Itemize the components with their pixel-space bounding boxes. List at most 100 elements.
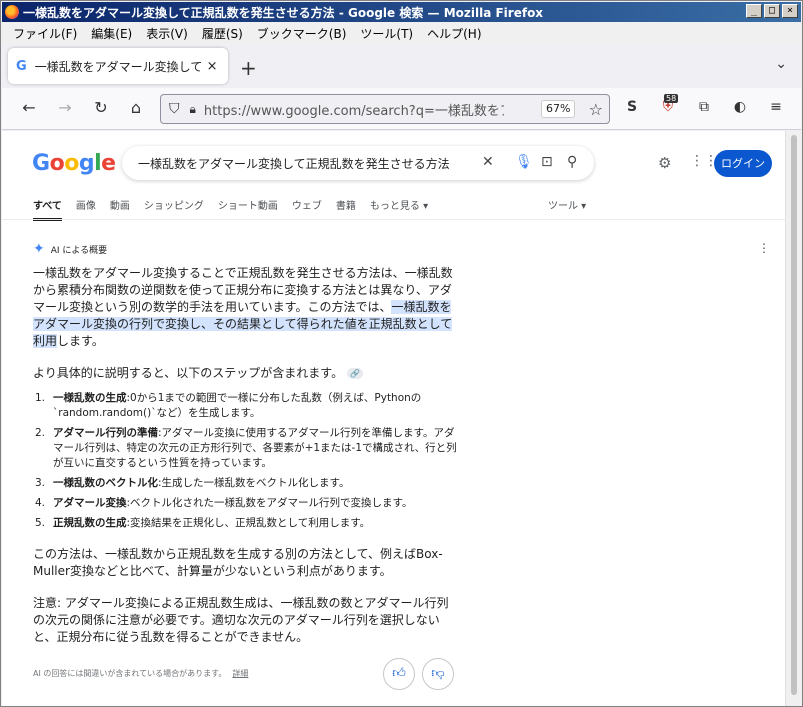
tab-web[interactable]: ウェブ (292, 197, 322, 221)
menu-help[interactable]: ヘルプ(H) (420, 25, 488, 42)
tab-books[interactable]: 書籍 (336, 197, 356, 221)
item-number: 4. (35, 497, 46, 509)
tab-short-videos[interactable]: ショート動画 (218, 197, 278, 221)
ai-disclaimer: AI の回答には間違いが含まれている場合があります。 詳細 (33, 668, 248, 679)
extension-s-icon[interactable]: S (622, 99, 642, 115)
menu-view[interactable]: 表示(V) (139, 25, 195, 42)
scrollbar-thumb[interactable] (791, 135, 797, 695)
logo-letter: o (49, 151, 65, 176)
google-favicon-icon: G (16, 58, 27, 74)
tab-close-icon[interactable]: × (207, 59, 218, 74)
list-item: 1. 一様乱数の生成:0から1までの範囲で一様に分布した乱数（例えば、Python… (33, 391, 457, 421)
tab-all[interactable]: すべて (33, 197, 62, 221)
item-text: :ベクトル化された一様乱数をアダマール行列で変換します。 (126, 497, 413, 509)
ai-paragraph-3: この方法は、一様乱数から正規乱数を生成する別の方法として、例えばBox-Mull… (33, 547, 443, 578)
tab-videos[interactable]: 動画 (110, 197, 130, 221)
minimize-button[interactable]: _ (746, 4, 762, 18)
logo-letter: e (101, 151, 116, 176)
zoom-indicator[interactable]: 67% (541, 100, 576, 118)
window-title: 一様乱数をアダマール変換して正規乱数を発生させる方法 - Google 検索 —… (23, 5, 544, 20)
logo-letter: G (32, 151, 50, 176)
details-link[interactable]: 詳細 (232, 669, 248, 678)
lens-search-icon[interactable]: ⊡ (541, 154, 553, 170)
item-title: 一様乱数の生成 (53, 392, 127, 404)
url-bar[interactable]: ⛉ 🔒︎ https://www.google.com/search?q=一様乱… (160, 94, 610, 124)
search-box[interactable]: 一様乱数をアダマール変換して正規乱数を発生させる方法 ✕ 🎙︎ ⊡ ⚲ (122, 146, 594, 180)
item-number: 5. (35, 517, 46, 529)
login-button[interactable]: ログイン (714, 150, 772, 177)
menu-edit[interactable]: 編集(E) (84, 25, 139, 42)
menu-bookmarks[interactable]: ブックマーク(B) (250, 25, 354, 42)
hamburger-menu-icon[interactable]: ≡ (766, 99, 786, 115)
item-text: :生成した一様乱数をベクトル化します。 (158, 477, 350, 489)
logo-letter: g (78, 151, 95, 176)
logo-letter: o (64, 151, 79, 176)
item-title: 正規乱数の生成 (53, 517, 127, 529)
extensions-puzzle-icon[interactable]: ⧉ (694, 99, 714, 115)
shield-icon[interactable]: ⛉ (169, 101, 180, 117)
menu-history[interactable]: 履歴(S) (195, 25, 250, 42)
navigation-bar: ← → ↻ ⌂ ⛉ 🔒︎ https://www.google.com/sear… (2, 88, 801, 130)
link-chip-icon[interactable]: 🔗 (346, 368, 363, 379)
google-logo[interactable]: Google (32, 151, 116, 176)
ai-overview-body: 一様乱数をアダマール変換することで正規乱数を発生させる方法は、一様乱数から累積分… (33, 265, 457, 661)
ai-paragraph-2: より具体的に説明すると、以下のステップが含まれます。 🔗 (33, 365, 457, 382)
page-scrollbar[interactable] (785, 131, 801, 706)
more-options-icon[interactable]: ⋮ (758, 241, 770, 255)
search-tabs: すべて 画像 動画 ショッピング ショート動画 ウェブ 書籍 もっと見る ▾ (33, 197, 442, 221)
close-button[interactable]: × (782, 4, 798, 18)
home-icon[interactable]: ⌂ (125, 98, 147, 117)
gemini-sparkle-icon: ✦ (33, 241, 45, 257)
list-item: 4. アダマール変換:ベクトル化された一様乱数をアダマール行列で変換します。 (33, 496, 457, 511)
menu-bar: ファイル(F) 編集(E) 表示(V) 履歴(S) ブックマーク(B) ツール(… (2, 22, 801, 44)
item-number: 2. (35, 427, 46, 439)
search-input[interactable]: 一様乱数をアダマール変換して正規乱数を発生させる方法 (138, 155, 450, 172)
item-number: 1. (35, 392, 46, 404)
menu-tools[interactable]: ツール(T) (353, 25, 420, 42)
paragraph-text: より具体的に説明すると、以下のステップが含まれます。 (33, 366, 344, 380)
browser-tab[interactable]: G 一様乱数をアダマール変換して正規乱数 × (8, 48, 228, 84)
item-number: 3. (35, 477, 46, 489)
tabs-divider (2, 219, 785, 220)
lock-icon[interactable]: 🔒︎ (190, 102, 196, 117)
tab-shopping[interactable]: ショッピング (144, 197, 204, 221)
list-all-tabs-icon[interactable]: ⌄ (775, 56, 787, 72)
search-icon[interactable]: ⚲ (567, 154, 577, 170)
extension-badge: 58 (664, 94, 679, 103)
item-title: アダマール行列の準備 (53, 427, 158, 439)
settings-gear-icon[interactable]: ⚙ (658, 154, 671, 172)
forward-icon[interactable]: → (54, 98, 76, 117)
new-tab-button[interactable]: + (240, 56, 257, 80)
ai-paragraph-4: 注意: アダマール変換による正規乱数生成は、一様乱数の数とアダマール行列の次元の… (33, 596, 449, 644)
list-item: 5. 正規乱数の生成:変換結果を正規化し、正規乱数として利用します。 (33, 516, 457, 531)
reload-icon[interactable]: ↻ (90, 98, 112, 117)
bookmark-star-icon[interactable]: ☆ (589, 100, 603, 119)
maximize-button[interactable]: □ (764, 4, 780, 18)
firefox-window: 一様乱数をアダマール変換して正規乱数を発生させる方法 - Google 検索 —… (0, 0, 803, 707)
thumbs-up-icon[interactable]: 👍︎ (383, 658, 415, 690)
ai-overview-header: ✦ AI による概要 (33, 241, 107, 257)
firefox-icon (5, 5, 19, 19)
voice-search-icon[interactable]: 🎙︎ (515, 154, 533, 170)
url-text[interactable]: https://www.google.com/search?q=一様乱数をアダマ (204, 100, 504, 119)
menu-file[interactable]: ファイル(F) (6, 25, 84, 42)
list-item: 3. 一様乱数のベクトル化:生成した一様乱数をベクトル化します。 (33, 476, 457, 491)
item-title: 一様乱数のベクトル化 (53, 477, 158, 489)
list-item: 2. アダマール行列の準備:アダマール変換に使用するアダマール行列を準備します。ア… (33, 426, 457, 471)
account-icon[interactable]: ◐ (730, 99, 750, 115)
thumbs-down-icon[interactable]: 👎︎ (422, 658, 454, 690)
tab-images[interactable]: 画像 (76, 197, 96, 221)
paragraph-text: 一様乱数をアダマール変換することで正規乱数を発生させる方法は、一様乱数から累積分… (33, 266, 453, 314)
tools-button[interactable]: ツール ▾ (548, 197, 586, 212)
back-icon[interactable]: ← (18, 98, 40, 117)
steps-list: 1. 一様乱数の生成:0から1までの範囲で一様に分布した乱数（例えば、Python… (33, 391, 457, 531)
tab-more[interactable]: もっと見る ▾ (370, 197, 428, 221)
ai-overview-label: AI による概要 (50, 245, 108, 256)
disclaimer-text: AI の回答には間違いが含まれている場合があります。 (33, 669, 227, 678)
tab-strip: G 一様乱数をアダマール変換して正規乱数 × + ⌄ (2, 44, 801, 88)
clear-icon[interactable]: ✕ (482, 154, 494, 170)
item-title: アダマール変換 (53, 497, 127, 509)
item-text: :変換結果を正規化し、正規乱数として利用します。 (126, 517, 371, 529)
ai-paragraph-1: 一様乱数をアダマール変換することで正規乱数を発生させる方法は、一様乱数から累積分… (33, 265, 457, 350)
title-bar: 一様乱数をアダマール変換して正規乱数を発生させる方法 - Google 検索 —… (2, 2, 801, 22)
